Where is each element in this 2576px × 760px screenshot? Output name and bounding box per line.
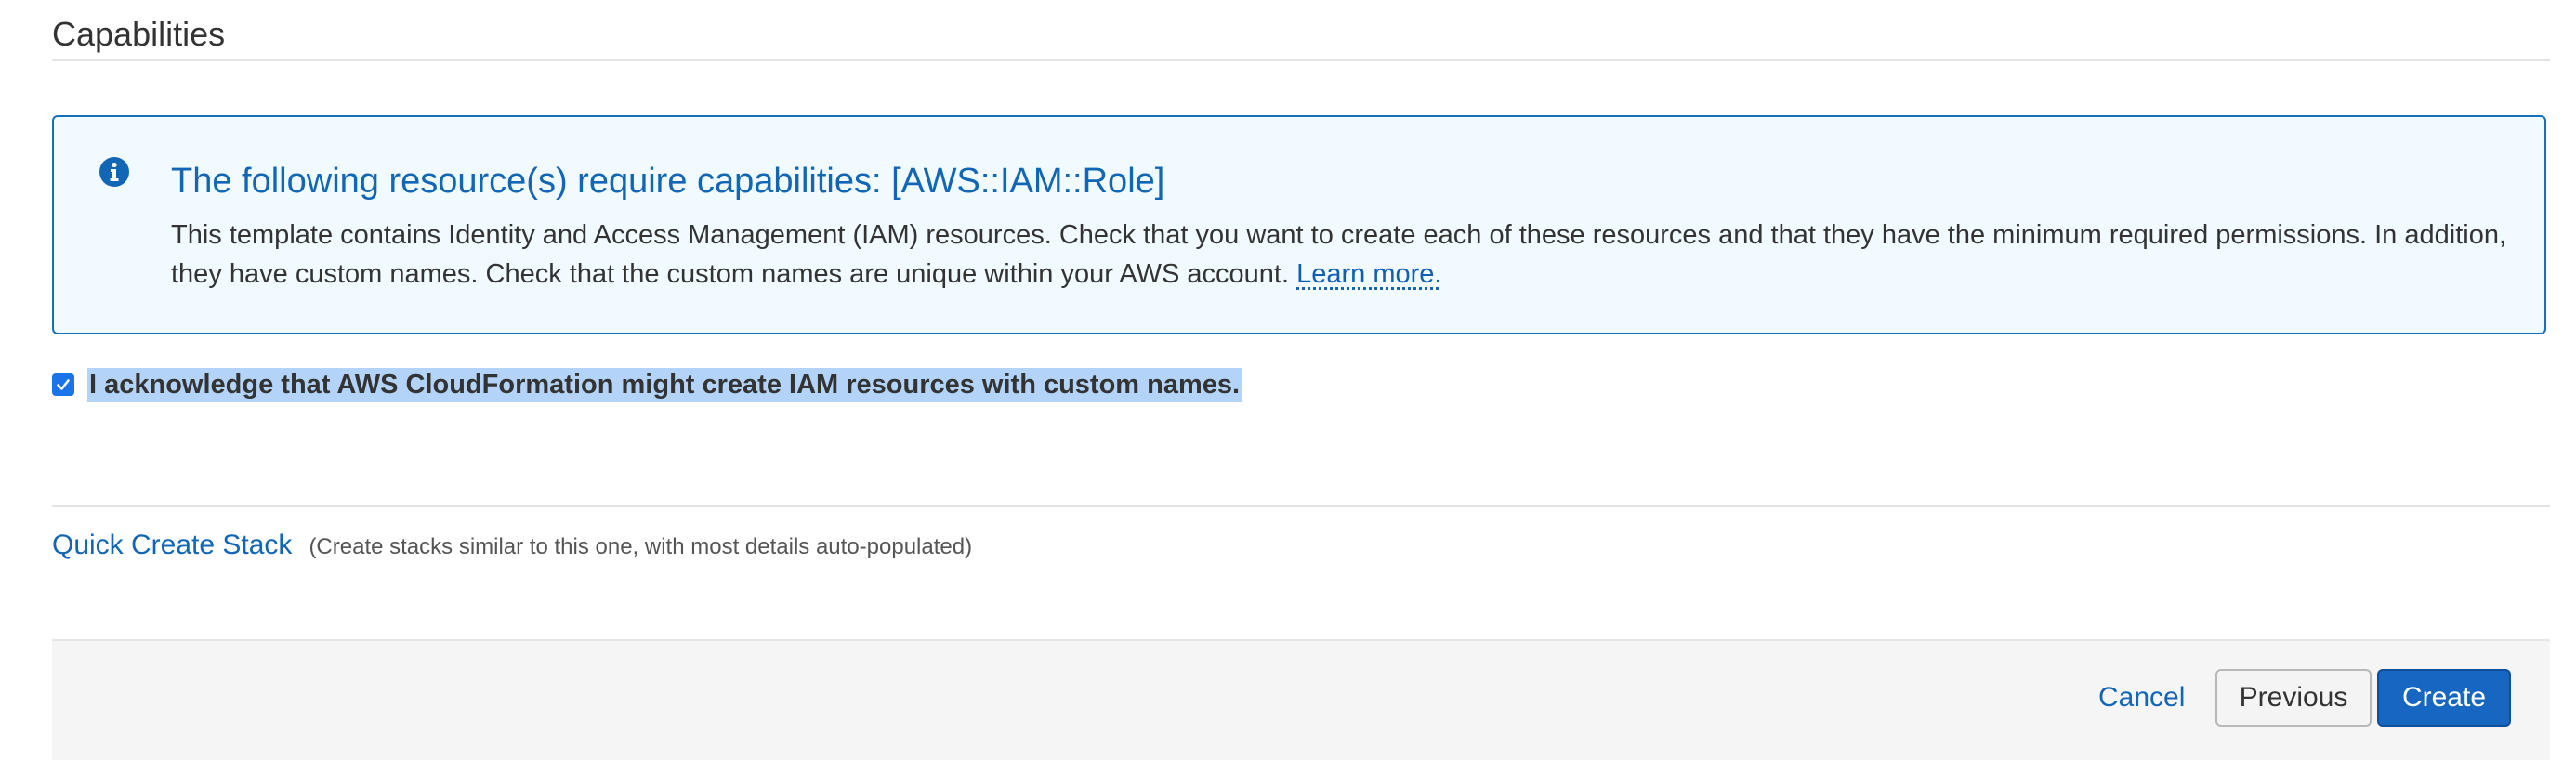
info-body: This template contains Identity and Acce…: [171, 216, 2513, 294]
checkmark-icon: [57, 379, 70, 390]
footer-actions: Cancel Previous Create: [52, 639, 2550, 760]
quick-create-stack-link[interactable]: Quick Create Stack: [52, 530, 292, 561]
divider: [52, 505, 2550, 507]
learn-more-link[interactable]: Learn more.: [1296, 259, 1441, 289]
acknowledge-label[interactable]: I acknowledge that AWS CloudFormation mi…: [87, 367, 1242, 402]
info-title: The following resource(s) require capabi…: [171, 162, 1165, 201]
quick-create-note: (Create stacks similar to this one, with…: [309, 534, 973, 559]
acknowledge-checkbox[interactable]: [52, 373, 74, 396]
section-title: Capabilities: [52, 15, 226, 53]
previous-button[interactable]: Previous: [2215, 669, 2372, 727]
quick-create-row: Quick Create Stack (Create stacks simila…: [52, 530, 972, 561]
section-divider: [52, 59, 2550, 61]
acknowledge-row[interactable]: I acknowledge that AWS CloudFormation mi…: [52, 367, 1242, 402]
create-button[interactable]: Create: [2377, 669, 2511, 727]
cancel-link[interactable]: Cancel: [2098, 682, 2185, 714]
capabilities-info-box: The following resource(s) require capabi…: [52, 115, 2546, 334]
info-icon: [99, 156, 130, 188]
